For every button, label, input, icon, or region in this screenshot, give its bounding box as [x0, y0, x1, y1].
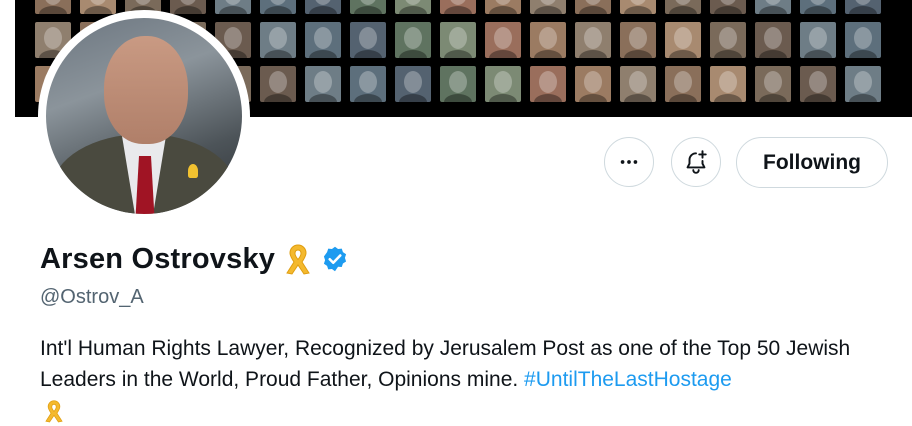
hostage-portrait: [350, 22, 386, 58]
hostage-portrait: [350, 0, 386, 14]
following-button[interactable]: Following: [736, 137, 888, 188]
hostage-portrait: [35, 0, 71, 14]
hostage-portrait: [665, 0, 701, 14]
hostage-portrait: [485, 22, 521, 58]
hostage-portrait: [395, 22, 431, 58]
hostage-portrait: [710, 22, 746, 58]
profile-avatar[interactable]: [46, 18, 242, 214]
bell-plus-icon: [686, 150, 707, 174]
hostage-portrait: [485, 66, 521, 102]
hostage-portrait: [305, 0, 341, 14]
hostage-portrait: [845, 22, 881, 58]
hostage-portrait: [755, 0, 791, 14]
hostage-portrait: [440, 66, 476, 102]
verified-badge-icon[interactable]: [321, 245, 349, 273]
hostage-portrait: [485, 0, 521, 14]
profile-bio: Int'l Human Rights Lawyer, Recognized by…: [40, 333, 900, 426]
hostage-portrait: [575, 66, 611, 102]
hostage-portrait: [710, 0, 746, 14]
bio-hashtag-link[interactable]: #UntilTheLastHostage: [524, 368, 732, 391]
avatar-ribbon-pin: [188, 164, 198, 178]
hostage-portrait: [440, 22, 476, 58]
hostage-portrait: [395, 0, 431, 14]
profile-name-row: Arsen Ostrovsky: [40, 242, 349, 276]
hostage-portrait: [305, 22, 341, 58]
hostage-portrait: [620, 66, 656, 102]
hostage-portrait: [305, 66, 341, 102]
hostage-portrait: [80, 0, 116, 14]
hostage-portrait: [440, 0, 476, 14]
hostage-portrait: [575, 0, 611, 14]
hostage-portrait: [755, 22, 791, 58]
hostage-portrait: [665, 22, 701, 58]
hostage-portrait: [800, 0, 836, 14]
hostage-portrait: [170, 0, 206, 14]
more-button[interactable]: [604, 137, 654, 187]
hostage-portrait: [395, 66, 431, 102]
notifications-button[interactable]: [671, 137, 721, 187]
hostage-portrait: [845, 66, 881, 102]
hostage-portrait: [260, 66, 296, 102]
hostage-portrait: [710, 66, 746, 102]
hostage-portrait: [575, 22, 611, 58]
hostage-portrait: [665, 66, 701, 102]
yellow-ribbon-icon: [45, 400, 63, 423]
hostage-portrait: [530, 66, 566, 102]
hostage-portrait: [620, 0, 656, 14]
hostage-portrait: [800, 66, 836, 102]
hostage-portrait: [620, 22, 656, 58]
more-horizontal-icon: [620, 160, 638, 164]
profile-handle: @Ostrov_A: [40, 286, 144, 308]
avatar-face: [104, 36, 188, 144]
yellow-ribbon-icon: [286, 244, 310, 275]
hostage-portrait: [755, 66, 791, 102]
hostage-portrait: [530, 0, 566, 14]
hostage-portrait: [845, 0, 881, 14]
hostage-portrait: [260, 0, 296, 14]
hostage-portrait: [260, 22, 296, 58]
following-label: Following: [763, 150, 861, 174]
hostage-portrait: [800, 22, 836, 58]
hostage-portrait: [215, 0, 251, 14]
hostage-portrait: [350, 66, 386, 102]
profile-name: Arsen Ostrovsky: [40, 242, 276, 275]
hostage-portrait: [530, 22, 566, 58]
